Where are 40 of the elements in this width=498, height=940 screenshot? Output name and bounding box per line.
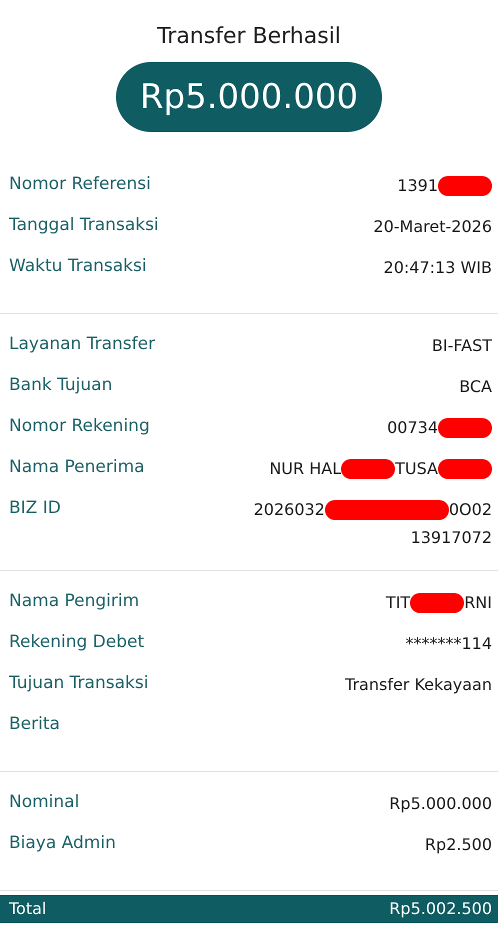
field-value: 13917072: [410, 527, 492, 549]
field-label: Waktu Transaksi: [9, 255, 147, 278]
field-label: Nama Pengirim: [9, 590, 140, 613]
amount-badge: Rp5.000.000: [116, 62, 382, 132]
field-label: Tujuan Transaksi: [9, 672, 148, 695]
field-value: TIT: [386, 592, 410, 614]
field-value: *******114: [405, 633, 492, 655]
field-value: 20-Maret-2026: [373, 216, 492, 238]
field-value: 00734: [387, 417, 438, 439]
field-label: Bank Tujuan: [9, 374, 112, 397]
field-label: Nominal: [9, 791, 80, 814]
field-label: Berita: [9, 713, 60, 736]
field-label: Biaya Admin: [9, 832, 116, 855]
redaction-mark: [438, 176, 492, 196]
field-label: Tanggal Transaksi: [9, 214, 159, 237]
field-label: Rekening Debet: [9, 631, 144, 654]
total-value: Rp5.002.500: [389, 898, 492, 920]
field-value: Transfer Kekayaan: [345, 674, 492, 696]
field-value: 2026032: [254, 499, 325, 521]
field-value: 1391: [397, 175, 438, 197]
total-label: Total: [9, 898, 46, 920]
field-label: Nomor Rekening: [9, 415, 150, 438]
field-label: Nomor Referensi: [9, 173, 151, 196]
field-value: Rp5.000.000: [389, 793, 492, 815]
field-value: 20:47:13 WIB: [384, 257, 492, 279]
redaction-mark: [341, 459, 396, 479]
field-value: BI-FAST: [432, 335, 492, 357]
redaction-mark: [410, 593, 464, 613]
receipt-title: Transfer Berhasil: [157, 23, 341, 51]
field-value: BCA: [459, 376, 492, 398]
redaction-mark: [438, 459, 492, 479]
field-value: 0O02: [448, 499, 492, 521]
field-value: Rp2.500: [424, 834, 492, 856]
field-label: Layanan Transfer: [9, 333, 156, 356]
redaction-mark: [438, 418, 492, 438]
field-label: BIZ ID: [9, 497, 61, 520]
field-value: TUSA: [395, 458, 438, 480]
field-label: Nama Penerima: [9, 456, 145, 479]
field-value: RNI: [464, 592, 492, 614]
field-value: NUR HAL: [269, 458, 342, 480]
